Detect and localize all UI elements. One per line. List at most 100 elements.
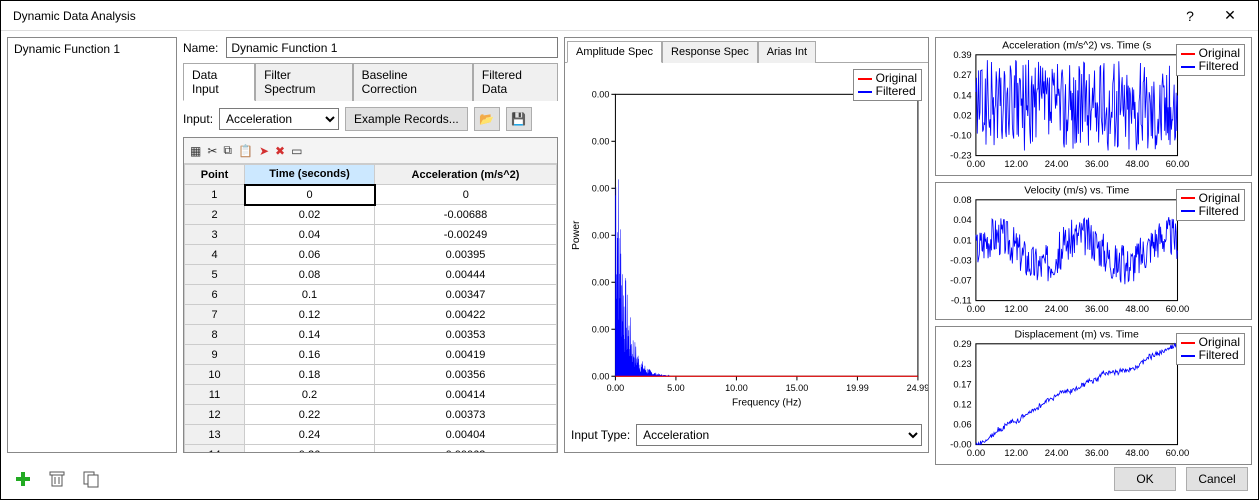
tab-arias-int[interactable]: Arias Int xyxy=(758,41,816,63)
svg-text:12.00: 12.00 xyxy=(1004,304,1028,315)
table-row[interactable]: 130.240.00404 xyxy=(185,425,557,445)
copy-button[interactable] xyxy=(79,467,103,491)
copy-icon[interactable]: ⧉ xyxy=(223,143,232,158)
cancel-button[interactable]: Cancel xyxy=(1186,467,1248,491)
svg-text:0.00: 0.00 xyxy=(592,136,610,146)
svg-text:15.00: 15.00 xyxy=(786,383,809,393)
example-records-button[interactable]: Example Records... xyxy=(345,107,468,131)
svg-text:48.00: 48.00 xyxy=(1125,304,1149,315)
svg-text:0.02: 0.02 xyxy=(953,110,971,121)
svg-text:5.00: 5.00 xyxy=(667,383,685,393)
svg-text:0.27: 0.27 xyxy=(953,70,971,81)
titlebar: Dynamic Data Analysis ? ✕ xyxy=(1,1,1258,31)
data-table-container: ▦ ✂ ⧉ 📋 ➤ ✖ ▭ Point Time (seconds) xyxy=(183,137,558,453)
svg-text:Power: Power xyxy=(571,220,582,250)
svg-text:24.00: 24.00 xyxy=(1045,448,1069,459)
svg-text:24.00: 24.00 xyxy=(1045,159,1069,170)
list-item[interactable]: Dynamic Function 1 xyxy=(8,38,176,60)
table-row[interactable]: 110.20.00414 xyxy=(185,385,557,405)
col-point[interactable]: Point xyxy=(185,165,245,185)
svg-text:Frequency (Hz): Frequency (Hz) xyxy=(732,397,801,408)
col-time[interactable]: Time (seconds) xyxy=(245,165,375,185)
cut-icon[interactable]: ✂ xyxy=(207,144,217,158)
svg-text:0.08: 0.08 xyxy=(953,194,971,205)
mini-plot-acceleration: Acceleration (m/s^2) vs. Time (s-0.23-0.… xyxy=(935,37,1252,176)
svg-text:0.00: 0.00 xyxy=(592,89,610,99)
tab-baseline-correction[interactable]: Baseline Correction xyxy=(353,63,473,101)
table-row[interactable]: 100.180.00356 xyxy=(185,365,557,385)
svg-text:12.00: 12.00 xyxy=(1004,448,1028,459)
close-button[interactable]: ✕ xyxy=(1210,2,1250,30)
name-input[interactable] xyxy=(226,37,558,58)
tab-data-input[interactable]: Data Input xyxy=(183,63,255,101)
add-button[interactable] xyxy=(11,467,35,491)
table-toolbar: ▦ ✂ ⧉ 📋 ➤ ✖ ▭ xyxy=(184,138,557,164)
svg-text:Velocity (m/s) vs. Time: Velocity (m/s) vs. Time xyxy=(1024,184,1129,196)
table-row[interactable]: 60.10.00347 xyxy=(185,285,557,305)
svg-text:-0.07: -0.07 xyxy=(950,275,972,286)
tab-filtered-data[interactable]: Filtered Data xyxy=(473,63,558,101)
data-table[interactable]: Point Time (seconds) Acceleration (m/s^2… xyxy=(184,164,557,452)
input-label: Input: xyxy=(183,112,213,126)
svg-text:0.14: 0.14 xyxy=(953,90,971,101)
svg-text:60.00: 60.00 xyxy=(1166,159,1190,170)
legend: Original Filtered xyxy=(1176,333,1245,365)
svg-text:0.04: 0.04 xyxy=(953,215,971,226)
name-label: Name: xyxy=(183,41,220,55)
table-scroll[interactable]: Point Time (seconds) Acceleration (m/s^2… xyxy=(184,164,557,452)
svg-text:36.00: 36.00 xyxy=(1085,304,1109,315)
ok-button[interactable]: OK xyxy=(1114,467,1176,491)
input-select[interactable]: Acceleration xyxy=(219,108,339,130)
mini-plot-displacement: Displacement (m) vs. Time-0.000.060.120.… xyxy=(935,326,1252,465)
svg-text:-0.03: -0.03 xyxy=(950,255,972,266)
svg-text:60.00: 60.00 xyxy=(1166,448,1190,459)
table-row[interactable]: 80.140.00353 xyxy=(185,325,557,345)
svg-text:36.00: 36.00 xyxy=(1085,448,1109,459)
table-row[interactable]: 140.260.00063 xyxy=(185,445,557,453)
col-accel[interactable]: Acceleration (m/s^2) xyxy=(375,165,557,185)
paste-icon[interactable]: 📋 xyxy=(238,144,253,158)
table-row[interactable]: 120.220.00373 xyxy=(185,405,557,425)
mini-plot-velocity: Velocity (m/s) vs. Time-0.11-0.07-0.030.… xyxy=(935,182,1252,321)
svg-text:19.99: 19.99 xyxy=(846,383,869,393)
insert-row-icon[interactable]: ➤ xyxy=(259,144,269,158)
input-type-select[interactable]: Acceleration xyxy=(636,424,922,446)
mini-plots: Acceleration (m/s^2) vs. Time (s-0.23-0.… xyxy=(935,37,1252,453)
tab-filter-spectrum[interactable]: Filter Spectrum xyxy=(255,63,352,101)
svg-text:Acceleration (m/s^2) vs. Time: Acceleration (m/s^2) vs. Time (s xyxy=(1002,40,1151,52)
table-row[interactable]: 30.04-0.00249 xyxy=(185,225,557,245)
table-row[interactable]: 20.02-0.00688 xyxy=(185,205,557,225)
help-button[interactable]: ? xyxy=(1170,2,1210,30)
svg-text:36.00: 36.00 xyxy=(1085,159,1109,170)
tab-amplitude-spec[interactable]: Amplitude Spec xyxy=(567,41,662,63)
open-file-button[interactable]: 📂 xyxy=(474,107,500,131)
save-icon: 💾 xyxy=(511,112,526,126)
table-row[interactable]: 40.060.00395 xyxy=(185,245,557,265)
svg-text:-0.10: -0.10 xyxy=(950,131,972,142)
svg-text:0.29: 0.29 xyxy=(953,339,971,350)
svg-text:0.00: 0.00 xyxy=(592,371,610,381)
dialog-window: Dynamic Data Analysis ? ✕ Dynamic Functi… xyxy=(0,0,1259,500)
select-all-icon[interactable]: ▦ xyxy=(190,144,201,158)
svg-text:0.00: 0.00 xyxy=(967,448,985,459)
table-row[interactable]: 70.120.00422 xyxy=(185,305,557,325)
tab-response-spec[interactable]: Response Spec xyxy=(662,41,758,63)
input-type-label: Input Type: xyxy=(571,428,630,442)
legend-filtered: Filtered xyxy=(876,85,916,98)
folder-icon: 📂 xyxy=(479,112,494,126)
delete-row-icon[interactable]: ✖ xyxy=(275,144,285,158)
legend: Original Filtered xyxy=(1176,44,1245,76)
table-row[interactable]: 50.080.00444 xyxy=(185,265,557,285)
svg-text:0.00: 0.00 xyxy=(967,304,985,315)
svg-text:60.00: 60.00 xyxy=(1166,304,1190,315)
table-row[interactable]: 90.160.00419 xyxy=(185,345,557,365)
save-file-button[interactable]: 💾 xyxy=(506,107,532,131)
grid-icon[interactable]: ▭ xyxy=(291,144,302,158)
delete-button[interactable] xyxy=(45,467,69,491)
main-plot: 0.000.000.000.000.000.000.000.005.0010.0… xyxy=(565,63,928,418)
table-row[interactable]: 100 xyxy=(185,185,557,205)
svg-text:0.00: 0.00 xyxy=(607,383,625,393)
function-list[interactable]: Dynamic Function 1 xyxy=(7,37,177,453)
svg-text:0.00: 0.00 xyxy=(592,277,610,287)
editor-tabs: Data Input Filter Spectrum Baseline Corr… xyxy=(183,62,558,101)
